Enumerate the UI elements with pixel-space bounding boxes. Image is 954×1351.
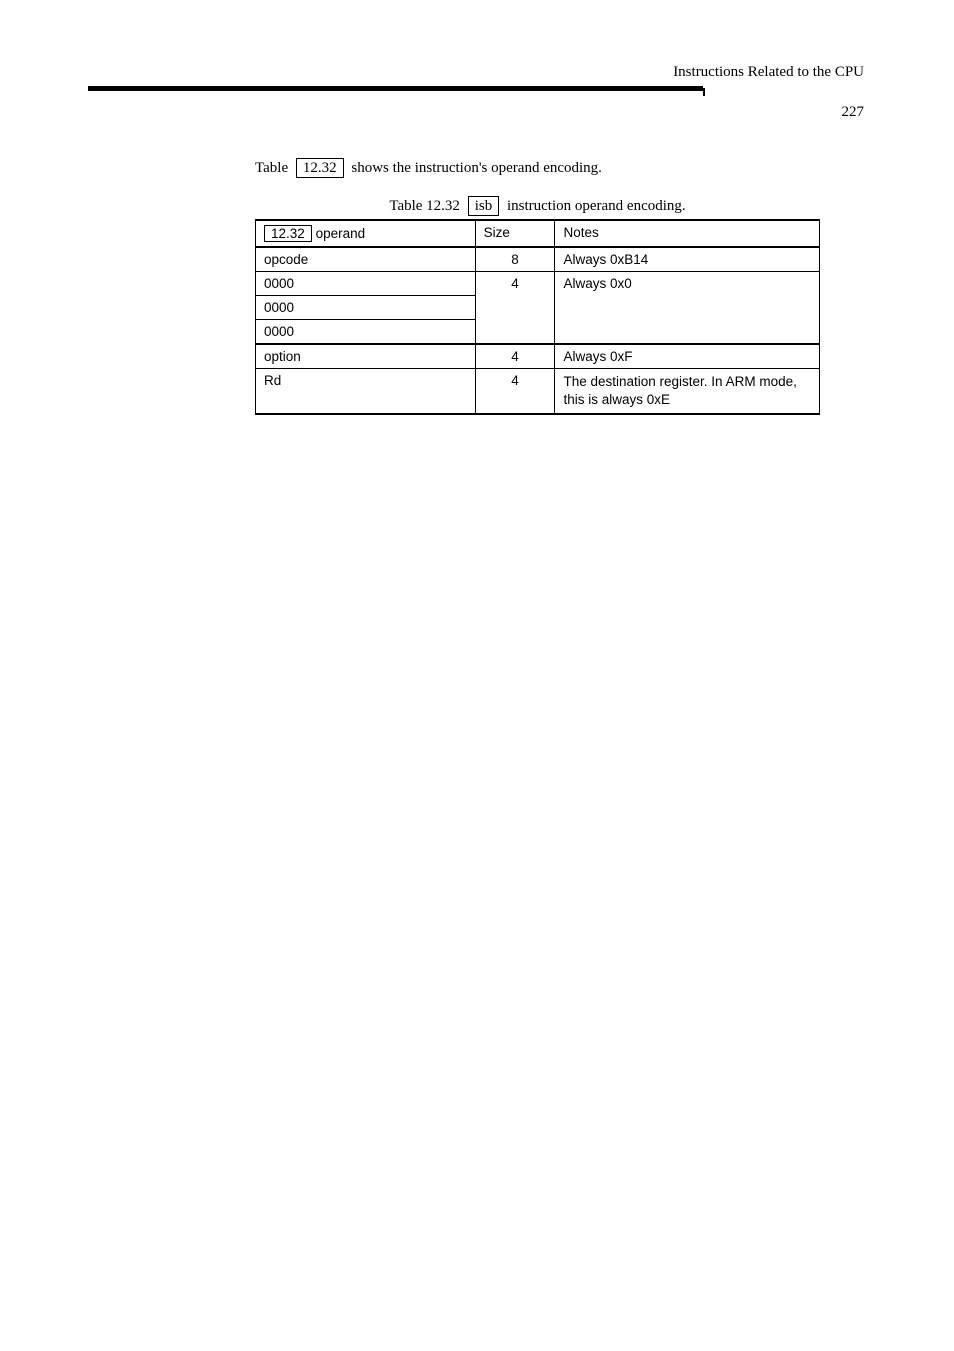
table-caption-ref-box: isb — [468, 196, 500, 216]
cell-op: opcode — [256, 247, 476, 272]
th-size: Size — [475, 220, 555, 247]
cell-notes: Always 0xB14 — [555, 247, 820, 272]
header-rule-tail — [703, 88, 705, 96]
cell-op: 0000 — [256, 272, 476, 296]
cell-notes: Always 0xF — [555, 344, 820, 369]
cell-op: Rd — [256, 369, 476, 415]
running-head: Instructions Related to the CPU — [673, 64, 864, 81]
th-operand-box: 12.32 — [264, 225, 312, 242]
table-caption-post: instruction operand encoding. — [507, 198, 686, 214]
table-row: Rd 4 The destination register. In ARM mo… — [256, 369, 820, 415]
table-caption: Table 12.32 isb instruction operand enco… — [255, 196, 820, 216]
intro-post: shows the instruction's operand encoding… — [351, 160, 602, 176]
th-operand: 12.32 operand — [256, 220, 476, 247]
cell-size: 4 — [475, 272, 555, 345]
cell-op: 0000 — [256, 296, 476, 320]
cell-size: 4 — [475, 369, 555, 415]
intro-sentence: Table 12.32 shows the instruction's oper… — [255, 158, 602, 178]
cell-size: 4 — [475, 344, 555, 369]
cell-op: option — [256, 344, 476, 369]
table-caption-pre: Table 12.32 — [389, 198, 460, 214]
page-number: 227 — [842, 104, 865, 121]
intro-pre: Table — [255, 160, 288, 176]
th-notes: Notes — [555, 220, 820, 247]
th-operand-after: operand — [316, 226, 366, 241]
operand-table: 12.32 operand Size Notes opcode 8 Always… — [255, 219, 820, 415]
table-row: option 4 Always 0xF — [256, 344, 820, 369]
cell-op: 0000 — [256, 320, 476, 345]
header-rule — [88, 86, 703, 91]
table-row: 0000 4 Always 0x0 — [256, 272, 820, 296]
table-row: opcode 8 Always 0xB14 — [256, 247, 820, 272]
intro-ref-box: 12.32 — [296, 158, 344, 178]
cell-size: 8 — [475, 247, 555, 272]
cell-notes: Always 0x0 — [555, 272, 820, 345]
cell-notes: The destination register. In ARM mode, t… — [555, 369, 820, 415]
